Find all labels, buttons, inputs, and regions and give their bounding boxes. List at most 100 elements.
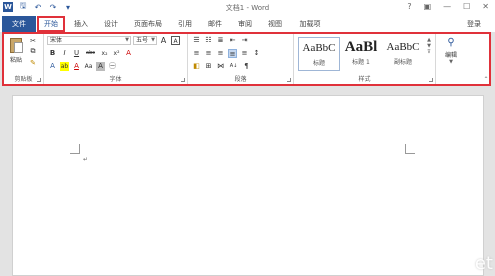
watermark: et <box>474 253 493 274</box>
group-clipboard: 粘贴 ✂ ⧉ ✎ 剪贴板 <box>4 34 44 84</box>
underline-button[interactable]: U <box>72 49 81 58</box>
copy-icon[interactable]: ⧉ <box>28 47 38 56</box>
tab-view[interactable]: 视图 <box>264 16 286 32</box>
tab-review[interactable]: 审阅 <box>234 16 256 32</box>
group-editing: ⚲ 编辑 ▼ <box>436 34 466 84</box>
ribbon-home: 粘贴 ✂ ⧉ ✎ 剪贴板 宋体 ▼ 五号 ▼ A A B I U abc x₂ … <box>2 32 491 86</box>
login-link[interactable]: 登录 <box>467 16 481 32</box>
style-title[interactable]: AaBbC 标题 <box>298 37 340 71</box>
shading-icon[interactable]: ◧ <box>192 62 201 71</box>
italic-button[interactable]: I <box>60 49 69 58</box>
styles-scroll: ▲ ▼ ⊽ <box>425 37 433 71</box>
numbering-icon[interactable]: ☷ <box>204 36 213 45</box>
font-color-icon[interactable]: A <box>72 62 81 71</box>
font-name-select[interactable]: 宋体 ▼ <box>47 36 131 45</box>
document-page[interactable]: ↵ <box>12 95 484 276</box>
enclose-char-icon[interactable]: ㊀ <box>108 62 117 71</box>
style-name: 标题 1 <box>352 59 370 66</box>
tab-references[interactable]: 引用 <box>174 16 196 32</box>
multilevel-list-icon[interactable]: ≣ <box>216 36 225 45</box>
grow-font-icon[interactable]: A <box>159 36 168 45</box>
style-heading-1[interactable]: AaBl 标题 1 <box>340 37 382 71</box>
paragraph-group-label: 段落 <box>234 76 247 83</box>
editing-button[interactable]: ⚲ 编辑 ▼ <box>441 37 461 65</box>
subscript-button[interactable]: x₂ <box>100 49 109 58</box>
bold-button[interactable]: B <box>48 49 57 58</box>
margin-corner-top-right <box>405 144 415 154</box>
tab-file[interactable]: 文件 <box>2 16 36 32</box>
tab-design[interactable]: 设计 <box>100 16 122 32</box>
paragraph-launcher-icon[interactable] <box>287 78 291 82</box>
tab-home[interactable]: 开始 <box>37 16 65 32</box>
border-char-icon[interactable]: A <box>171 36 180 45</box>
style-sample: AaBbC <box>386 41 420 53</box>
chevron-down-icon: ▼ <box>449 59 453 65</box>
chevron-down-icon: ▼ <box>151 37 155 43</box>
font-launcher-icon[interactable] <box>181 78 185 82</box>
chevron-down-icon: ▼ <box>125 37 129 43</box>
paragraph-mark: ↵ <box>83 156 89 163</box>
align-center-icon[interactable]: ≡ <box>204 49 213 58</box>
align-right-icon[interactable]: ≡ <box>216 49 225 58</box>
bullets-icon[interactable]: ☰ <box>192 36 201 45</box>
char-shading-icon[interactable]: A <box>96 62 105 71</box>
editing-label: 编辑 <box>444 52 457 59</box>
clipboard-launcher-icon[interactable] <box>37 78 41 82</box>
decrease-indent-icon[interactable]: ⇤ <box>228 36 237 45</box>
style-subtitle[interactable]: AaBbC 副标题 <box>382 37 424 71</box>
justify-icon[interactable]: ≡ <box>228 49 237 58</box>
line-spacing-icon[interactable]: ↕ <box>252 49 261 58</box>
borders-icon[interactable]: ⊞ <box>204 62 213 71</box>
document-area: ↵ et <box>0 90 495 276</box>
show-marks-icon[interactable]: ¶ <box>242 62 251 71</box>
styles-group-label: 样式 <box>358 76 371 83</box>
margin-corner-top-left <box>70 144 80 154</box>
tab-mailings[interactable]: 邮件 <box>204 16 226 32</box>
sort-icon[interactable]: A↓ <box>228 62 239 71</box>
minimize-icon[interactable]: — <box>443 2 451 11</box>
font-name-value: 宋体 <box>50 37 63 44</box>
list-row: ☰ ☷ ≣ ⇤ ⇥ <box>192 36 249 45</box>
group-styles: AaBbC 标题 AaBl 标题 1 AaBbC 副标题 ▲ ▼ ⊽ 样式 <box>294 34 436 84</box>
paste-label: 粘贴 <box>9 57 22 64</box>
style-name: 副标题 <box>393 59 412 66</box>
case-icon[interactable]: Aa <box>84 62 93 71</box>
font-group-label: 字体 <box>109 76 122 83</box>
collapse-ribbon-icon[interactable]: ⌃ <box>482 76 490 83</box>
ribbon-tabs: 文件 开始 插入 设计 页面布局 引用 邮件 审阅 视图 加载项 登录 <box>0 16 495 32</box>
align-left-icon[interactable]: ≡ <box>192 49 201 58</box>
tab-addins[interactable]: 加载项 <box>296 16 324 32</box>
font-color-row: A ab A Aa A ㊀ <box>48 62 117 71</box>
tab-layout[interactable]: 页面布局 <box>130 16 166 32</box>
text-effects-icon[interactable]: A <box>48 62 57 71</box>
close-icon[interactable]: ✕ <box>482 2 489 11</box>
cut-icon[interactable]: ✂ <box>28 36 38 45</box>
distributed-icon[interactable]: ≡ <box>240 49 249 58</box>
format-painter-icon[interactable]: ✎ <box>28 58 38 67</box>
style-sample: AaBbC <box>302 42 336 54</box>
more-styles-icon[interactable]: ⊽ <box>427 49 431 55</box>
font-format-row: B I U abc x₂ x² A <box>48 49 133 58</box>
paste-button[interactable]: 粘贴 <box>7 36 25 66</box>
clear-format-icon[interactable]: A <box>124 49 133 58</box>
word-window: W 🖫 ↶ ↷ ▾ 文档1 - Word ? ▣ — ☐ ✕ 文件 开始 插入 … <box>0 0 495 276</box>
align-row: ≡ ≡ ≡ ≡ ≡ ↕ <box>192 49 261 58</box>
tab-insert[interactable]: 插入 <box>70 16 92 32</box>
strikethrough-button[interactable]: abc <box>84 49 97 58</box>
font-size-select[interactable]: 五号 ▼ <box>133 36 157 45</box>
increase-indent-icon[interactable]: ⇥ <box>240 36 249 45</box>
font-size-tools: A A <box>159 36 180 45</box>
group-font: 宋体 ▼ 五号 ▼ A A B I U abc x₂ x² A A ab A A… <box>44 34 188 84</box>
help-icon[interactable]: ? <box>407 2 411 11</box>
clipboard-icon <box>10 38 23 53</box>
styles-launcher-icon[interactable] <box>429 78 433 82</box>
maximize-icon[interactable]: ☐ <box>463 2 470 11</box>
group-paragraph: ☰ ☷ ≣ ⇤ ⇥ ≡ ≡ ≡ ≡ ≡ ↕ ◧ ⊞ ⋈ A↓ ¶ 段落 <box>188 34 294 84</box>
font-size-value: 五号 <box>136 37 149 44</box>
binoculars-icon: ⚲ <box>447 37 455 48</box>
ribbon-display-icon[interactable]: ▣ <box>424 2 432 11</box>
highlight-color-icon[interactable]: ab <box>60 62 69 71</box>
chinese-layout-icon[interactable]: ⋈ <box>216 62 225 71</box>
shade-row: ◧ ⊞ ⋈ A↓ ¶ <box>192 62 251 71</box>
superscript-button[interactable]: x² <box>112 49 121 58</box>
